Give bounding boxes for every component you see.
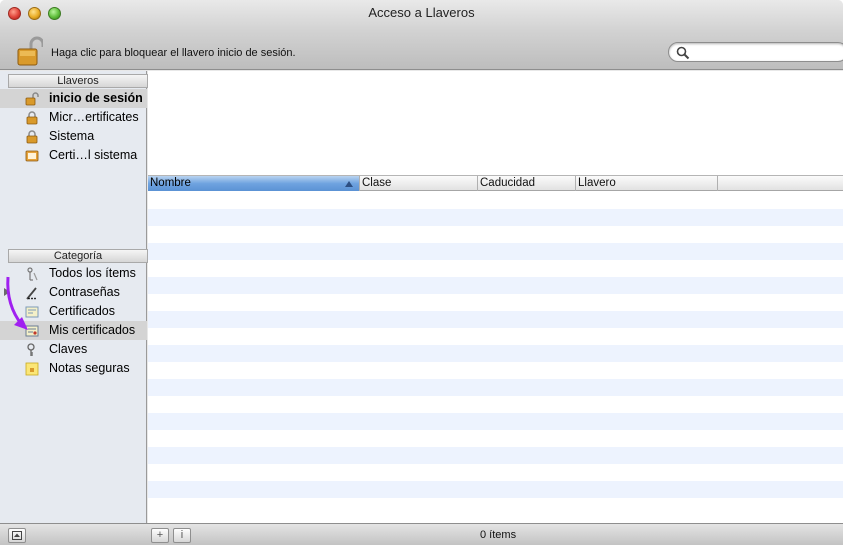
column-header-class[interactable]: Clase <box>360 176 478 191</box>
items-table-body[interactable] <box>148 192 843 523</box>
column-header-keychain[interactable]: Llavero <box>576 176 718 191</box>
sidebar-item-label: Todos los ítems <box>49 266 136 280</box>
search-input[interactable] <box>691 45 841 59</box>
sidebar-item-system[interactable]: Sistema <box>0 127 147 146</box>
search-field[interactable] <box>668 42 843 62</box>
keychain-access-window: Acceso a Llaveros Haga clic para bloquea… <box>0 0 843 545</box>
table-row <box>148 430 843 447</box>
window-title: Acceso a Llaveros <box>368 5 475 20</box>
key-icon <box>27 343 35 356</box>
unlocked-padlock-icon <box>25 92 39 106</box>
unlocked-padlock-icon[interactable] <box>17 36 43 66</box>
column-header-expiration[interactable]: Caducidad <box>478 176 576 191</box>
sidebar-item-label: Sistema <box>49 129 95 143</box>
table-header: Nombre Clase Caducidad Llavero <box>148 175 843 191</box>
certificate-folder-icon <box>25 150 39 162</box>
sidebar-item-secure-notes[interactable]: Notas seguras <box>0 359 147 378</box>
table-row <box>148 396 843 413</box>
table-row <box>148 413 843 430</box>
main-pane: Nombre Clase Caducidad Llavero <box>148 71 843 523</box>
add-item-button[interactable]: + <box>151 528 169 543</box>
table-row <box>148 379 843 396</box>
column-label: Llavero <box>578 177 616 189</box>
sidebar-item-label: Notas seguras <box>49 361 130 375</box>
secure-note-icon <box>25 362 39 376</box>
table-row <box>148 209 843 226</box>
lock-message[interactable]: Haga clic para bloquear el llavero inici… <box>51 47 296 59</box>
table-row <box>148 362 843 379</box>
table-row <box>148 243 843 260</box>
titlebar: Acceso a Llaveros Haga clic para bloquea… <box>0 0 843 70</box>
table-row <box>148 226 843 243</box>
table-row <box>148 464 843 481</box>
search-icon <box>676 46 690 60</box>
sidebar-item-label: Claves <box>49 342 88 356</box>
sidebar-toggle-icon <box>12 531 22 540</box>
keychains-header: Llaveros <box>8 74 148 88</box>
sidebar-item-label: Mis certificados <box>49 323 136 337</box>
table-row <box>148 328 843 345</box>
padlock-icon <box>26 130 38 144</box>
table-row <box>148 345 843 362</box>
column-label: Nombre <box>150 177 191 189</box>
show-hide-sidebar-button[interactable] <box>8 528 26 543</box>
sidebar-item-label: Micr…ertificates <box>49 110 139 124</box>
table-row <box>148 498 843 515</box>
sidebar-item-system-roots[interactable]: Certi…l sistema <box>0 146 147 165</box>
sidebar-item-label: inicio de sesión <box>49 91 143 105</box>
padlock-icon <box>26 111 38 125</box>
item-count-status: 0 ítems <box>480 529 517 541</box>
sidebar-item-microsoft-certificates[interactable]: Micr…ertificates <box>0 108 147 127</box>
sidebar-item-label: Certi…l sistema <box>49 148 138 162</box>
table-row <box>148 294 843 311</box>
table-row <box>148 447 843 464</box>
bottom-bar: + i 0 ítems <box>0 523 843 545</box>
column-label: Caducidad <box>480 177 535 189</box>
sidebar-item-keys[interactable]: Claves <box>0 340 147 359</box>
sidebar-item-label: Certificados <box>49 304 115 318</box>
column-header-name[interactable]: Nombre <box>148 176 360 191</box>
table-row <box>148 260 843 277</box>
sidebar-item-login[interactable]: inicio de sesión <box>0 89 147 108</box>
table-row <box>148 481 843 498</box>
annotation-arrow-icon <box>6 276 28 330</box>
table-row <box>148 277 843 294</box>
item-preview-area <box>148 71 843 175</box>
category-header: Categoría <box>8 249 148 263</box>
column-label: Clase <box>362 177 392 189</box>
sidebar-item-label: Contraseñas <box>49 285 120 299</box>
table-row <box>148 192 843 209</box>
get-info-button[interactable]: i <box>173 528 191 543</box>
sort-ascending-icon <box>345 181 353 187</box>
table-row <box>148 311 843 328</box>
